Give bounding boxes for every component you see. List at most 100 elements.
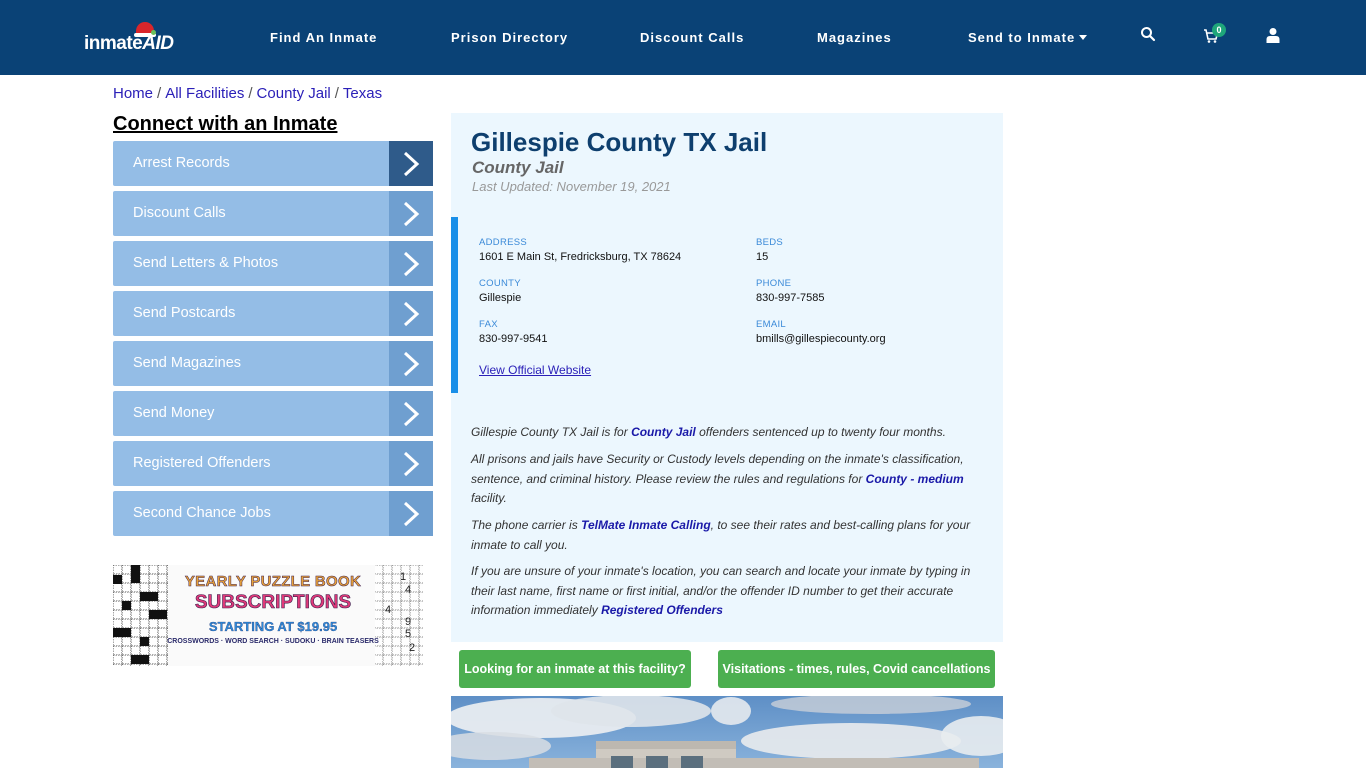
puzzle-book-ad-banner[interactable]: 4 4 9 5 2 1 YEARLY PUZZLE BOOK SUBSCRIPT… (113, 565, 423, 666)
ad-tagline: CROSSWORDS · WORD SEARCH · SUDOKU · BRAI… (167, 638, 379, 645)
breadcrumb-county-jail[interactable]: County Jail (257, 85, 331, 102)
county-jail-link[interactable]: County Jail (631, 425, 696, 439)
sidebar-item-registered-offenders[interactable]: Registered Offenders (113, 441, 433, 486)
accent-bar (451, 217, 458, 393)
facility-name: Gillespie County TX Jail (471, 127, 768, 157)
svg-text:2: 2 (409, 642, 415, 654)
svg-text:4: 4 (405, 584, 411, 596)
facility-details: ADDRESS 1601 E Main St, Fredricksburg, T… (451, 217, 1003, 393)
county-medium-link[interactable]: County - medium (866, 472, 964, 486)
nav-find-an-inmate[interactable]: Find An Inmate (270, 30, 377, 46)
field-value: Gillespie (479, 292, 522, 304)
logo-text: inmateAID (84, 33, 174, 55)
address-field: ADDRESS 1601 E Main St, Fredricksburg, T… (479, 237, 681, 263)
svg-text:9: 9 (405, 616, 411, 628)
sidebar-item-label: Send Magazines (133, 355, 242, 371)
sidebar-item-label: Arrest Records (133, 155, 230, 171)
chevron-right-icon (389, 341, 433, 386)
breadcrumb-texas[interactable]: Texas (343, 85, 382, 102)
cart-count-badge: 0 (1212, 23, 1226, 37)
description-paragraph-1: Gillespie County TX Jail is for County J… (471, 423, 981, 443)
field-value: 15 (756, 251, 769, 263)
email-field: EMAIL bmills@gillespiecounty.org (756, 319, 886, 345)
user-icon[interactable] (1265, 27, 1285, 47)
sidebar-item-label: Send Letters & Photos (133, 255, 279, 271)
view-official-website-link[interactable]: View Official Website (479, 363, 591, 377)
ad-price: STARTING AT $19.95 (208, 619, 338, 634)
county-field: COUNTY Gillespie (479, 278, 521, 304)
description-paragraph-2: All prisons and jails have Security or C… (471, 450, 981, 509)
breadcrumb-separator: / (248, 85, 253, 102)
chevron-right-icon (389, 291, 433, 336)
sidebar-item-second-chance-jobs[interactable]: Second Chance Jobs (113, 491, 433, 536)
last-updated: Last Updated: November 19, 2021 (472, 179, 671, 194)
logo-text-left: inmate (84, 33, 143, 54)
sidebar-item-label: Registered Offenders (133, 455, 271, 471)
breadcrumb-separator: / (157, 85, 162, 102)
sidebar-item-label: Discount Calls (133, 205, 226, 221)
sidebar-item-discount-calls[interactable]: Discount Calls (113, 191, 433, 236)
description-paragraph-4: If you are unsure of your inmate's locat… (471, 562, 981, 621)
phone-field: PHONE 830-997-7585 (756, 278, 825, 304)
field-label: BEDS (756, 237, 784, 248)
breadcrumb-home[interactable]: Home (113, 85, 153, 102)
paragraph-text: facility. (471, 491, 507, 505)
paragraph-text: offenders sentenced up to twenty four mo… (695, 425, 946, 439)
sidebar-item-label: Second Chance Jobs (133, 505, 271, 521)
description-paragraph-3: The phone carrier is TelMate Inmate Call… (471, 516, 981, 555)
svg-text:4: 4 (385, 604, 391, 616)
nav-magazines[interactable]: Magazines (817, 30, 892, 46)
sidebar-item-send-magazines[interactable]: Send Magazines (113, 341, 433, 386)
breadcrumb-separator: / (334, 85, 339, 102)
svg-text:1: 1 (400, 571, 406, 583)
facility-type: County Jail (472, 158, 564, 177)
svg-text:5: 5 (405, 628, 411, 640)
chevron-right-icon (389, 141, 433, 186)
sidebar-item-arrest-records[interactable]: Arrest Records (113, 141, 433, 186)
inmateaid-logo[interactable]: inmateAID (84, 22, 180, 56)
facility-photo-illustration (451, 696, 1003, 768)
chevron-right-icon (389, 191, 433, 236)
find-inmate-at-facility-button[interactable]: Looking for an inmate at this facility? (459, 650, 691, 688)
facility-info-card: Gillespie County TX Jail County Jail Las… (451, 113, 1003, 642)
sidebar-item-send-money[interactable]: Send Money (113, 391, 433, 436)
connect-with-inmate-heading: Connect with an Inmate (113, 113, 338, 135)
sidebar-item-send-postcards[interactable]: Send Postcards (113, 291, 433, 336)
chevron-right-icon (389, 241, 433, 286)
field-value: 830-997-7585 (756, 292, 825, 304)
paragraph-text: Gillespie County TX Jail is for (471, 425, 632, 439)
search-icon[interactable] (1140, 26, 1160, 46)
paragraph-text: The phone carrier is (471, 518, 582, 532)
facility-photo (451, 696, 1003, 768)
logo-text-right: AID (142, 33, 174, 54)
field-label: EMAIL (756, 319, 787, 330)
visitations-button[interactable]: Visitations - times, rules, Covid cancel… (718, 650, 995, 688)
field-label: ADDRESS (479, 237, 528, 248)
chevron-right-icon (389, 441, 433, 486)
nav-prison-directory[interactable]: Prison Directory (451, 30, 568, 46)
chevron-right-icon (389, 391, 433, 436)
nav-discount-calls[interactable]: Discount Calls (640, 30, 744, 46)
fax-field: FAX 830-997-9541 (479, 319, 548, 345)
breadcrumb: Home / All Facilities / County Jail / Texas (113, 85, 382, 102)
field-label: COUNTY (479, 278, 521, 289)
ad-headline: YEARLY PUZZLE BOOK (184, 573, 362, 591)
sidebar-item-label: Send Postcards (133, 305, 236, 321)
field-value: 830-997-9541 (479, 333, 548, 345)
field-value: bmills@gillespiecounty.org (756, 333, 886, 345)
nav-send-to-inmate[interactable]: Send to Inmate (968, 30, 1088, 46)
ad-subheadline: SUBSCRIPTIONS (194, 592, 352, 614)
chevron-right-icon (389, 491, 433, 536)
nav-send-to-inmate-label: Send to Inmate (968, 30, 1076, 45)
beds-field: BEDS 15 (756, 237, 783, 263)
sidebar-item-label: Send Money (133, 405, 215, 421)
field-value: 1601 E Main St, Fredricksburg, TX 78624 (479, 251, 682, 263)
field-label: PHONE (756, 278, 792, 289)
top-navigation-bar: inmateAID Find An Inmate Prison Director… (0, 0, 1366, 75)
sidebar-item-send-letters-photos[interactable]: Send Letters & Photos (113, 241, 433, 286)
caret-down-icon (1079, 35, 1088, 40)
field-label: FAX (479, 319, 498, 330)
registered-offenders-link[interactable]: Registered Offenders (601, 603, 723, 617)
breadcrumb-all-facilities[interactable]: All Facilities (165, 85, 244, 102)
telmate-link[interactable]: TelMate Inmate Calling (581, 518, 711, 532)
